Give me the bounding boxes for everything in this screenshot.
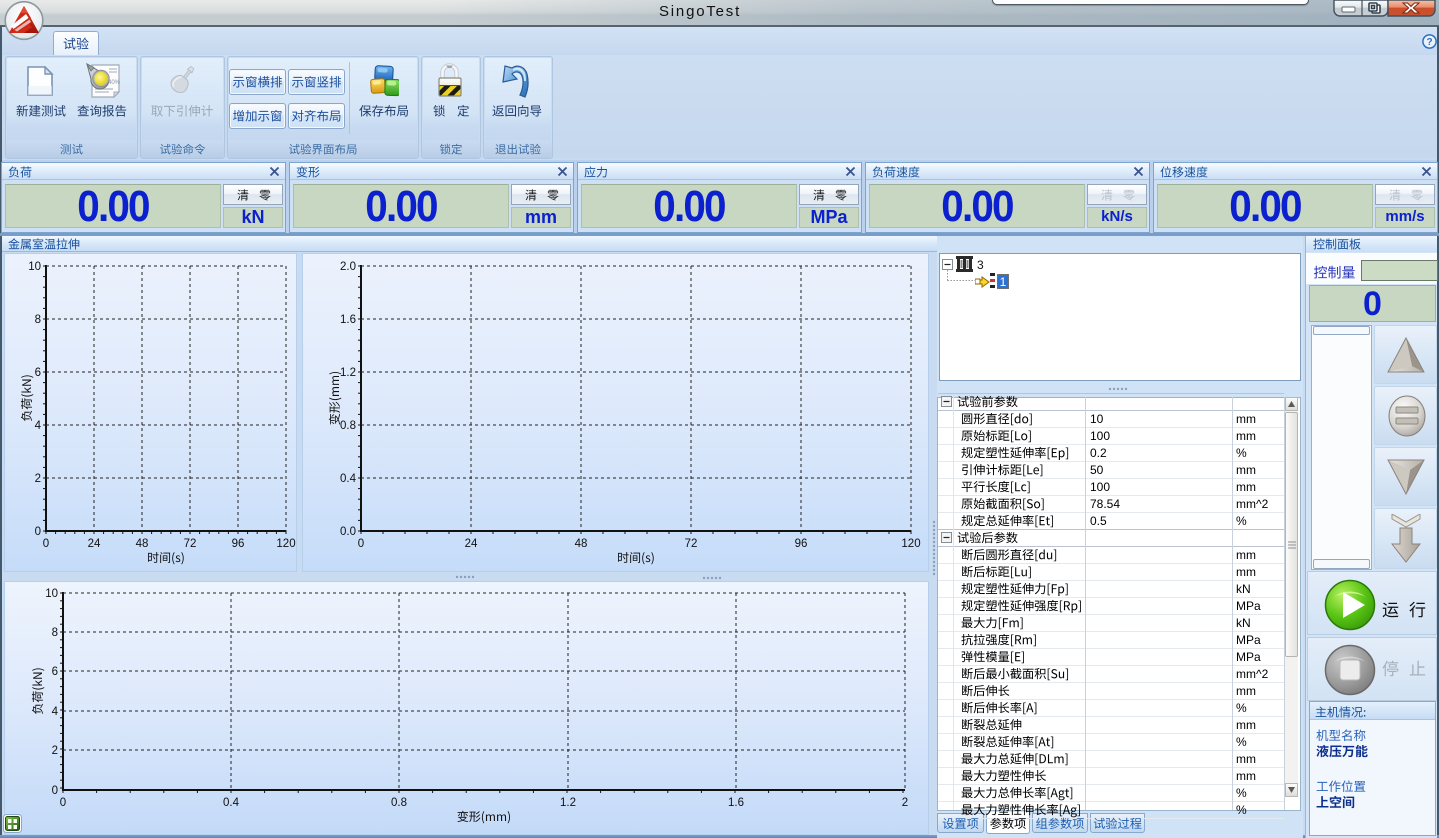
svg-text:40%: 40% bbox=[108, 80, 121, 86]
svg-text:?: ? bbox=[1426, 37, 1432, 48]
